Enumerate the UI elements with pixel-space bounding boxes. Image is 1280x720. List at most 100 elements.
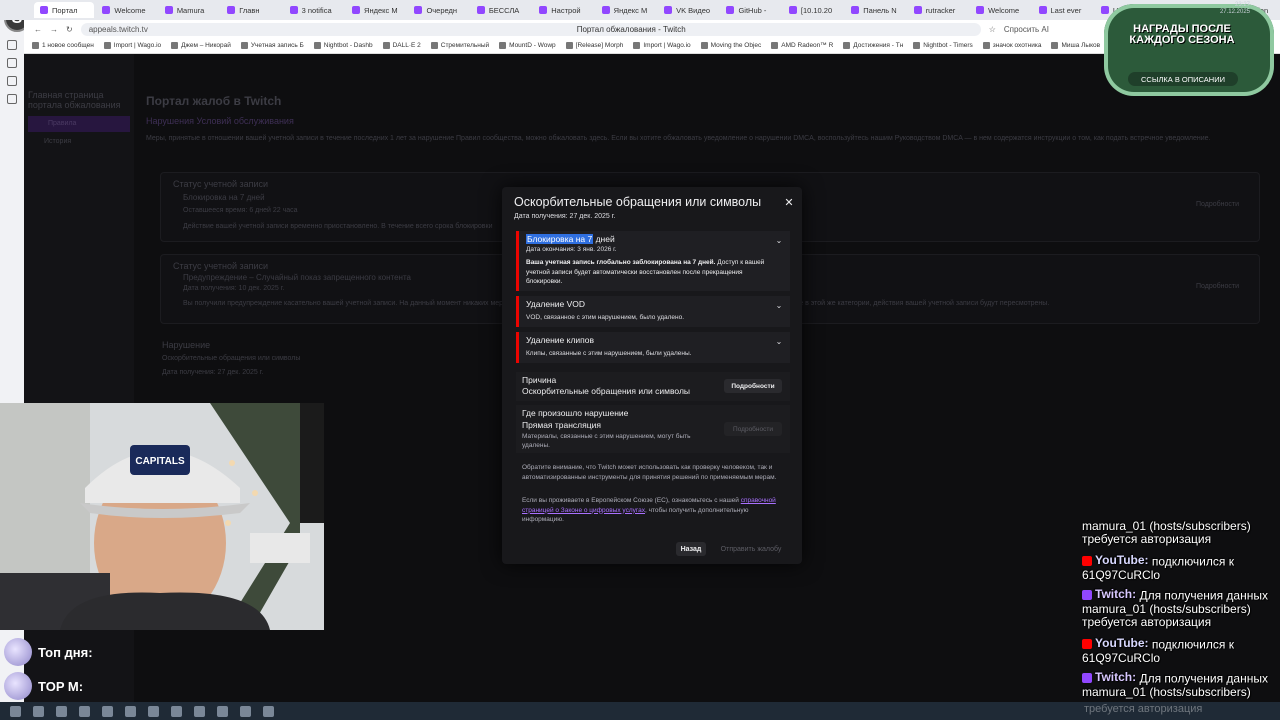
favicon-icon [414,6,423,14]
browser-tab[interactable]: Mamura [159,2,219,18]
reason-details-button[interactable]: Подробности [724,379,782,393]
image-icon[interactable] [7,76,17,86]
chrome-icon[interactable] [125,705,136,717]
browser-tab[interactable]: Яндекс М [596,2,656,18]
url-field[interactable]: appeals.twitch.tv Портал обжалования - T… [80,22,981,36]
sidebar-home-link[interactable]: Главная страница портала обжалования [28,90,134,110]
chevron-down-icon[interactable]: ⌄ [774,236,784,246]
bookmark-item[interactable]: Джем – Никорай [171,42,231,49]
bookmark-item[interactable]: Стремительный [430,42,490,49]
browser-tab[interactable]: Welcome [970,2,1030,18]
back-button[interactable]: Назад [676,542,706,556]
eu-note: Если вы проживаете в Европейском Союзе (… [522,496,790,525]
ban-section[interactable]: Блокировка на 7 дней Дата окончания: 3 я… [516,231,790,291]
browser-tab[interactable]: VK Видео [658,2,718,18]
bookmark-item[interactable]: Достижения - Тн [843,42,903,49]
browser-tab[interactable]: Last ever [1033,2,1093,18]
app-icon[interactable] [240,705,251,717]
bookmark-item[interactable]: 1 новое сообщен [32,42,94,49]
app-icon[interactable] [217,705,228,717]
card-title: Блокировка на 7 дней [183,193,265,202]
browser-tab[interactable]: GitHub - [720,2,780,18]
bookmark-item[interactable]: DALL·E 2 [382,42,421,49]
bookmark-item[interactable]: Import | Wago.io [103,42,161,49]
bookmark-item[interactable]: Import | Wago.io [633,42,691,49]
chat-username: mamura_01 (hosts/subscribers) [1082,519,1251,533]
favicon-icon [539,6,548,14]
clips-removal-title: Удаление клипов [526,335,595,345]
sidebar-item-rules[interactable]: Правила [28,116,130,132]
card-details-button[interactable]: Подробности [1196,201,1239,208]
favicon-icon [601,6,610,14]
browser-tab[interactable]: Главн [221,2,281,18]
chevron-down-icon[interactable]: ⌄ [774,301,784,311]
bookmark-label: Nightbot - Timers [923,42,973,49]
star-icon[interactable]: ☆ [989,25,996,34]
favicon-icon [476,6,485,14]
obs-icon[interactable] [171,705,182,717]
bookmark-item[interactable]: Moving the Objec [700,42,761,49]
browser-tab[interactable]: [10.10.20 [783,2,843,18]
vod-removal-desc: VOD, связанное с этим нарушением, было у… [526,314,685,321]
bookmark-label: Стремительный [440,42,490,49]
selected-text: Блокировка на 7 [526,234,594,244]
bookmark-item[interactable]: Nightbot - Timers [913,42,973,49]
browser-tab[interactable]: Яндекс М [346,2,406,18]
bookmark-item[interactable]: AMD Radeon™ R [771,42,833,49]
browser-tab[interactable]: Настрой [533,2,593,18]
search-icon[interactable] [33,705,44,717]
tab-label: Главн [239,5,260,15]
bookmark-icon [913,42,921,49]
favicon-icon [289,6,298,14]
reason-block: Причина Оскорбительные обращения или сим… [516,372,790,401]
bookmark-item[interactable]: значок охотника [982,42,1041,49]
tab-label: 3 notifica [301,5,332,15]
bookmark-item[interactable]: [Release] Morph [565,42,624,49]
browser-tab[interactable]: Welcome [96,2,156,18]
menu-icon[interactable] [7,94,17,104]
bookmark-label: Учетная запись Б [250,42,304,49]
browser-tab[interactable]: Очередн [408,2,468,18]
browser-tab[interactable]: БЕССЛА [471,2,531,18]
calendar-icon[interactable] [7,58,17,68]
favicon-icon [40,6,48,14]
folder-icon[interactable] [194,705,205,717]
forward-icon[interactable]: → [50,25,58,34]
bookmark-item[interactable]: Учетная запись Б [240,42,304,49]
favicon-icon [102,6,111,14]
chevron-down-icon[interactable]: ⌄ [774,337,784,347]
edge-icon[interactable] [79,705,90,717]
browser-tab[interactable]: 3 notifica [284,2,344,18]
yandex-icon[interactable] [102,705,113,717]
explorer-icon[interactable] [56,705,67,717]
browser-tab[interactable]: Панель N [845,2,905,18]
sidebar-item-history[interactable]: История [28,138,71,145]
system-clock[interactable]: 23:27 27.12.2025 [1220,2,1250,16]
bookmark-label: [Release] Morph [575,42,624,49]
start-icon[interactable] [10,705,21,717]
close-icon[interactable]: ✕ [782,195,796,209]
bookmark-item[interactable]: Nightbot - Dashb [313,42,373,49]
eu-note-pre: Если вы проживаете в Европейском Союзе (… [522,497,741,504]
clips-removal-section[interactable]: Удаление клипов Клипы, связанные с этим … [516,332,790,363]
card-remaining: Оставшееся время: 6 дней 22 часа [183,207,298,214]
app-icon[interactable] [263,705,274,717]
chat-message: Twitch: Для получения данных mamura_01 (… [1082,671,1280,699]
clock-time: 23:27 [1234,2,1250,8]
bookmark-item[interactable]: MountD - Wowp [499,42,556,49]
bookmark-icon [382,42,390,49]
ask-ai-button[interactable]: Спросить AI [1004,25,1049,34]
submit-appeal-button: Отправить жалобу [720,545,782,553]
vod-removal-section[interactable]: Удаление VOD VOD, связанное с этим наруш… [516,296,790,327]
reload-icon[interactable]: ↻ [66,25,73,34]
play-icon[interactable] [7,40,17,50]
top-day-line: Топ дня: [4,638,93,666]
card-details-button[interactable]: Подробности [1196,283,1239,290]
terminal-icon[interactable] [148,705,159,717]
back-icon[interactable]: ← [34,25,42,34]
browser-tab[interactable]: rutracker [908,2,968,18]
tab-label: VK Видео [676,5,711,15]
chat-message: YouTube: подключился к 61Q97CuRClo [1082,637,1280,665]
bookmark-icon [1051,42,1059,49]
browser-tab[interactable]: Портал [34,2,95,18]
